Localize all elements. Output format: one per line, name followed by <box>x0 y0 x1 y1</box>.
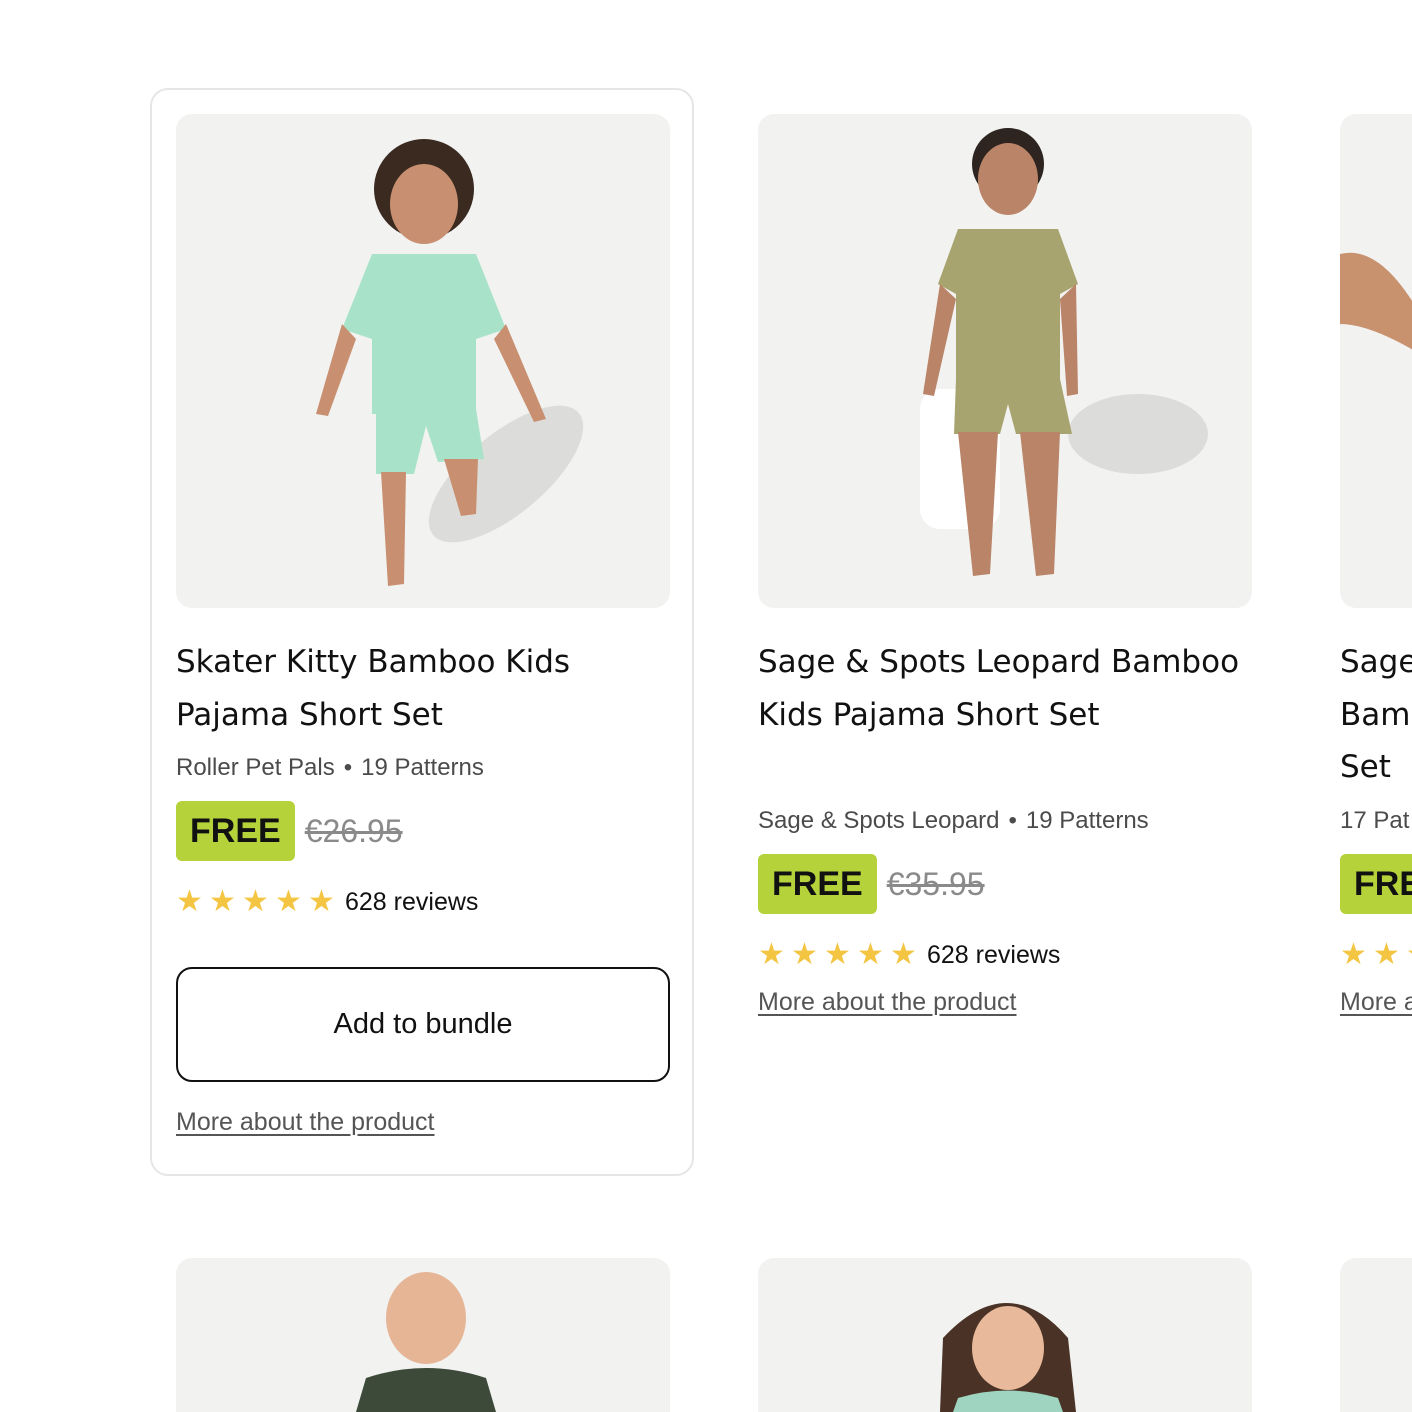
star-icon: ★ <box>176 885 203 918</box>
product-image-2[interactable] <box>758 114 1252 608</box>
free-badge: FREE <box>176 801 295 861</box>
more-about-product-link[interactable]: More about the product <box>176 1108 435 1137</box>
star-icon: ★ <box>275 885 302 918</box>
price-row-2: FREE €35.95 <box>758 854 985 914</box>
add-to-bundle-button[interactable]: Add to bundle <box>176 967 670 1082</box>
product-title-1[interactable]: Skater Kitty Bamboo Kids Pajama Short Se… <box>176 636 670 741</box>
free-badge: FRE <box>1340 854 1412 914</box>
pattern-name: Sage & Spots Leopard <box>758 807 1000 834</box>
star-rating: ★ ★ ★ <box>1340 938 1412 972</box>
star-icon: ★ <box>758 938 785 971</box>
original-price: €35.95 <box>886 865 985 902</box>
star-icon: ★ <box>1406 938 1412 972</box>
product-image-5[interactable] <box>758 1258 1252 1412</box>
patterns-count: 19 Patterns <box>1025 807 1149 834</box>
reviews-count[interactable]: 628 reviews <box>927 941 1060 970</box>
star-icon: ★ <box>824 938 851 971</box>
rating-row-1: ★ ★ ★ ★ ★ 628 reviews <box>176 885 478 919</box>
product-title-3[interactable]: Sage Bam Set <box>1340 636 1412 794</box>
star-icon: ★ <box>209 885 236 918</box>
star-rating: ★ ★ ★ ★ ★ <box>758 938 923 972</box>
product-card-3-partial: Sage Bam Set 17 Pat FRE ★ ★ ★ More a <box>1340 114 1412 1034</box>
product-image-6[interactable] <box>1340 1258 1412 1412</box>
more-about-product-link[interactable]: More a <box>1340 988 1412 1017</box>
star-icon: ★ <box>791 938 818 971</box>
star-rating: ★ ★ ★ ★ ★ <box>176 885 341 919</box>
separator-dot: • <box>343 754 353 781</box>
star-icon: ★ <box>242 885 269 918</box>
price-row-3: FRE <box>1340 854 1412 914</box>
product-title-2[interactable]: Sage & Spots Leopard Bamboo Kids Pajama … <box>758 636 1252 741</box>
price-row-1: FREE €26.95 <box>176 801 403 861</box>
rating-row-3: ★ ★ ★ <box>1340 938 1412 972</box>
star-icon: ★ <box>1373 938 1400 971</box>
product-meta-1: Roller Pet Pals • 19 Patterns <box>176 754 484 782</box>
star-icon: ★ <box>1340 938 1367 971</box>
pattern-name: Roller Pet Pals <box>176 754 335 781</box>
reviews-count[interactable]: 628 reviews <box>345 888 478 917</box>
product-card-1: Skater Kitty Bamboo Kids Pajama Short Se… <box>176 114 670 1144</box>
product-image-4[interactable] <box>176 1258 670 1412</box>
patterns-count: 19 Patterns <box>361 754 484 781</box>
separator-dot: • <box>1008 807 1017 834</box>
product-meta-2: Sage & Spots Leopard • 19 Patterns <box>758 807 1149 835</box>
star-icon: ★ <box>857 938 884 971</box>
rating-row-2: ★ ★ ★ ★ ★ 628 reviews <box>758 938 1060 972</box>
star-icon: ★ <box>890 938 917 971</box>
free-badge: FREE <box>758 854 877 914</box>
product-image-1[interactable] <box>176 114 670 608</box>
original-price: €26.95 <box>304 812 403 849</box>
star-icon: ★ <box>308 885 335 918</box>
product-card-2: Sage & Spots Leopard Bamboo Kids Pajama … <box>758 114 1252 1034</box>
product-meta-3: 17 Pat <box>1340 807 1410 834</box>
product-image-3[interactable] <box>1340 114 1412 608</box>
more-about-product-link[interactable]: More about the product <box>758 988 1017 1017</box>
